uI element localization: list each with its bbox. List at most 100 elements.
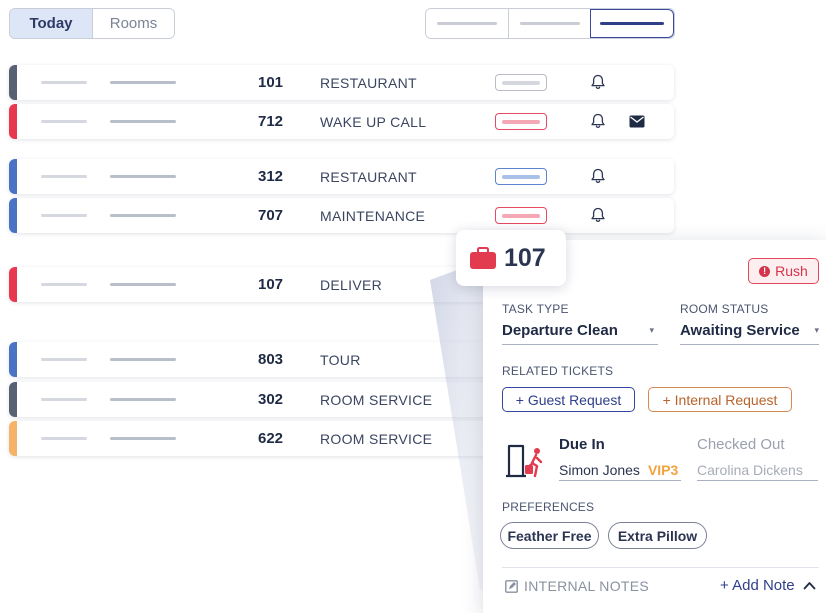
task-type: ROOM SERVICE bbox=[320, 430, 433, 447]
row-accent bbox=[9, 198, 17, 233]
checked-out-label: Checked Out bbox=[697, 436, 785, 453]
row-accent bbox=[9, 267, 17, 302]
room-status-value: Awaiting Service bbox=[680, 322, 800, 339]
task-type: ROOM SERVICE bbox=[320, 391, 433, 408]
placeholder-line bbox=[110, 175, 176, 178]
departure-icon bbox=[506, 444, 543, 478]
note-edit-icon bbox=[505, 579, 518, 593]
task-type: DELIVER bbox=[320, 276, 383, 293]
add-note-button[interactable]: + Add Note bbox=[720, 577, 816, 594]
task-type-value: Departure Clean bbox=[502, 322, 618, 339]
placeholder-line bbox=[41, 398, 87, 401]
placeholder-line bbox=[41, 214, 87, 217]
preference-chip[interactable]: Feather Free bbox=[500, 522, 599, 549]
rush-button[interactable]: ! Rush bbox=[748, 258, 819, 284]
internal-notes-label: INTERNAL NOTES bbox=[524, 578, 650, 594]
room-number: 707 bbox=[258, 207, 284, 224]
bell-icon[interactable] bbox=[589, 167, 607, 185]
row-accent bbox=[9, 104, 17, 139]
status-tag[interactable] bbox=[495, 168, 547, 185]
line-icon bbox=[519, 22, 580, 25]
line-icon bbox=[600, 22, 665, 25]
task-type: WAKE UP CALL bbox=[320, 113, 427, 130]
task-row[interactable]: 712 WAKE UP CALL bbox=[9, 104, 674, 139]
row-accent bbox=[9, 382, 17, 417]
placeholder-line bbox=[41, 81, 87, 84]
task-type: MAINTENANCE bbox=[320, 207, 426, 224]
task-type-select[interactable]: Departure Clean ▾ bbox=[502, 317, 658, 345]
vip-badge: VIP3 bbox=[647, 461, 679, 478]
status-tag[interactable] bbox=[495, 207, 547, 224]
density-switch bbox=[425, 8, 675, 39]
row-accent bbox=[9, 421, 17, 456]
placeholder-line bbox=[41, 437, 87, 440]
room-status-label: ROOM STATUS bbox=[680, 302, 769, 316]
alert-icon: ! bbox=[759, 265, 771, 277]
chevron-down-icon: ▾ bbox=[814, 325, 819, 335]
placeholder-line bbox=[110, 214, 176, 217]
divider bbox=[502, 567, 819, 568]
chevron-down-icon: ▾ bbox=[649, 325, 654, 335]
task-type-label: TASK TYPE bbox=[502, 302, 569, 316]
guest-request-button[interactable]: + Guest Request bbox=[502, 387, 635, 412]
placeholder-line bbox=[110, 358, 176, 361]
guest-name: Simon Jones bbox=[559, 461, 640, 478]
related-tickets-label: RELATED TICKETS bbox=[502, 364, 614, 378]
due-in-label: Due In bbox=[559, 436, 605, 453]
tab-today[interactable]: Today bbox=[10, 9, 92, 38]
row-accent bbox=[9, 342, 17, 377]
suitcase-icon bbox=[470, 247, 496, 269]
density-medium-button[interactable] bbox=[507, 9, 591, 38]
line-icon bbox=[436, 22, 497, 25]
task-detail-panel bbox=[483, 240, 826, 613]
task-type: RESTAURANT bbox=[320, 74, 417, 91]
room-number: 803 bbox=[258, 351, 284, 368]
placeholder-line bbox=[41, 175, 87, 178]
density-expanded-button[interactable] bbox=[590, 9, 674, 38]
housekeeping-app: Today Rooms 101 RESTAURANT 712 WAKE UP C… bbox=[0, 0, 826, 613]
room-status-select[interactable]: Awaiting Service ▾ bbox=[680, 317, 819, 345]
chevron-up-icon[interactable] bbox=[803, 581, 816, 590]
arriving-guest-field[interactable]: Simon Jones VIP3 bbox=[559, 459, 681, 481]
row-accent bbox=[9, 159, 17, 194]
preferences-label: PREFERENCES bbox=[502, 500, 595, 514]
room-number: 622 bbox=[258, 430, 284, 447]
status-tag[interactable] bbox=[495, 74, 547, 91]
placeholder-line bbox=[110, 120, 176, 123]
task-row[interactable]: 707 MAINTENANCE bbox=[9, 198, 674, 233]
placeholder-line bbox=[110, 81, 176, 84]
departed-guest-field[interactable]: Carolina Dickens bbox=[697, 459, 818, 481]
task-type: RESTAURANT bbox=[320, 168, 417, 185]
internal-request-button[interactable]: + Internal Request bbox=[648, 387, 792, 412]
checked-out-guest-name: Carolina Dickens bbox=[697, 461, 803, 478]
detail-room-number: 107 bbox=[504, 243, 546, 272]
room-number: 302 bbox=[258, 391, 284, 408]
placeholder-line bbox=[110, 283, 176, 286]
room-number: 101 bbox=[258, 74, 284, 91]
preference-chip[interactable]: Extra Pillow bbox=[608, 522, 707, 549]
add-note-label: + Add Note bbox=[720, 577, 795, 594]
placeholder-line bbox=[41, 283, 87, 286]
room-number: 107 bbox=[258, 276, 284, 293]
view-tabs: Today Rooms bbox=[9, 8, 175, 39]
row-accent bbox=[9, 65, 17, 100]
mail-icon[interactable] bbox=[629, 115, 645, 128]
placeholder-line bbox=[110, 437, 176, 440]
room-number: 712 bbox=[258, 113, 284, 130]
placeholder-line bbox=[41, 358, 87, 361]
task-row[interactable]: 101 RESTAURANT bbox=[9, 65, 674, 100]
internal-notes-header[interactable]: INTERNAL NOTES bbox=[505, 578, 649, 594]
bell-icon[interactable] bbox=[589, 112, 607, 130]
room-badge: 107 bbox=[456, 230, 566, 286]
task-type: TOUR bbox=[320, 351, 361, 368]
status-tag[interactable] bbox=[495, 113, 547, 130]
placeholder-line bbox=[41, 120, 87, 123]
bell-icon[interactable] bbox=[589, 206, 607, 224]
rush-label: Rush bbox=[775, 263, 808, 279]
tab-rooms[interactable]: Rooms bbox=[92, 9, 174, 38]
bell-icon[interactable] bbox=[589, 73, 607, 91]
room-number: 312 bbox=[258, 168, 284, 185]
density-compact-button[interactable] bbox=[426, 9, 508, 38]
placeholder-line bbox=[110, 398, 176, 401]
task-row[interactable]: 312 RESTAURANT bbox=[9, 159, 674, 194]
